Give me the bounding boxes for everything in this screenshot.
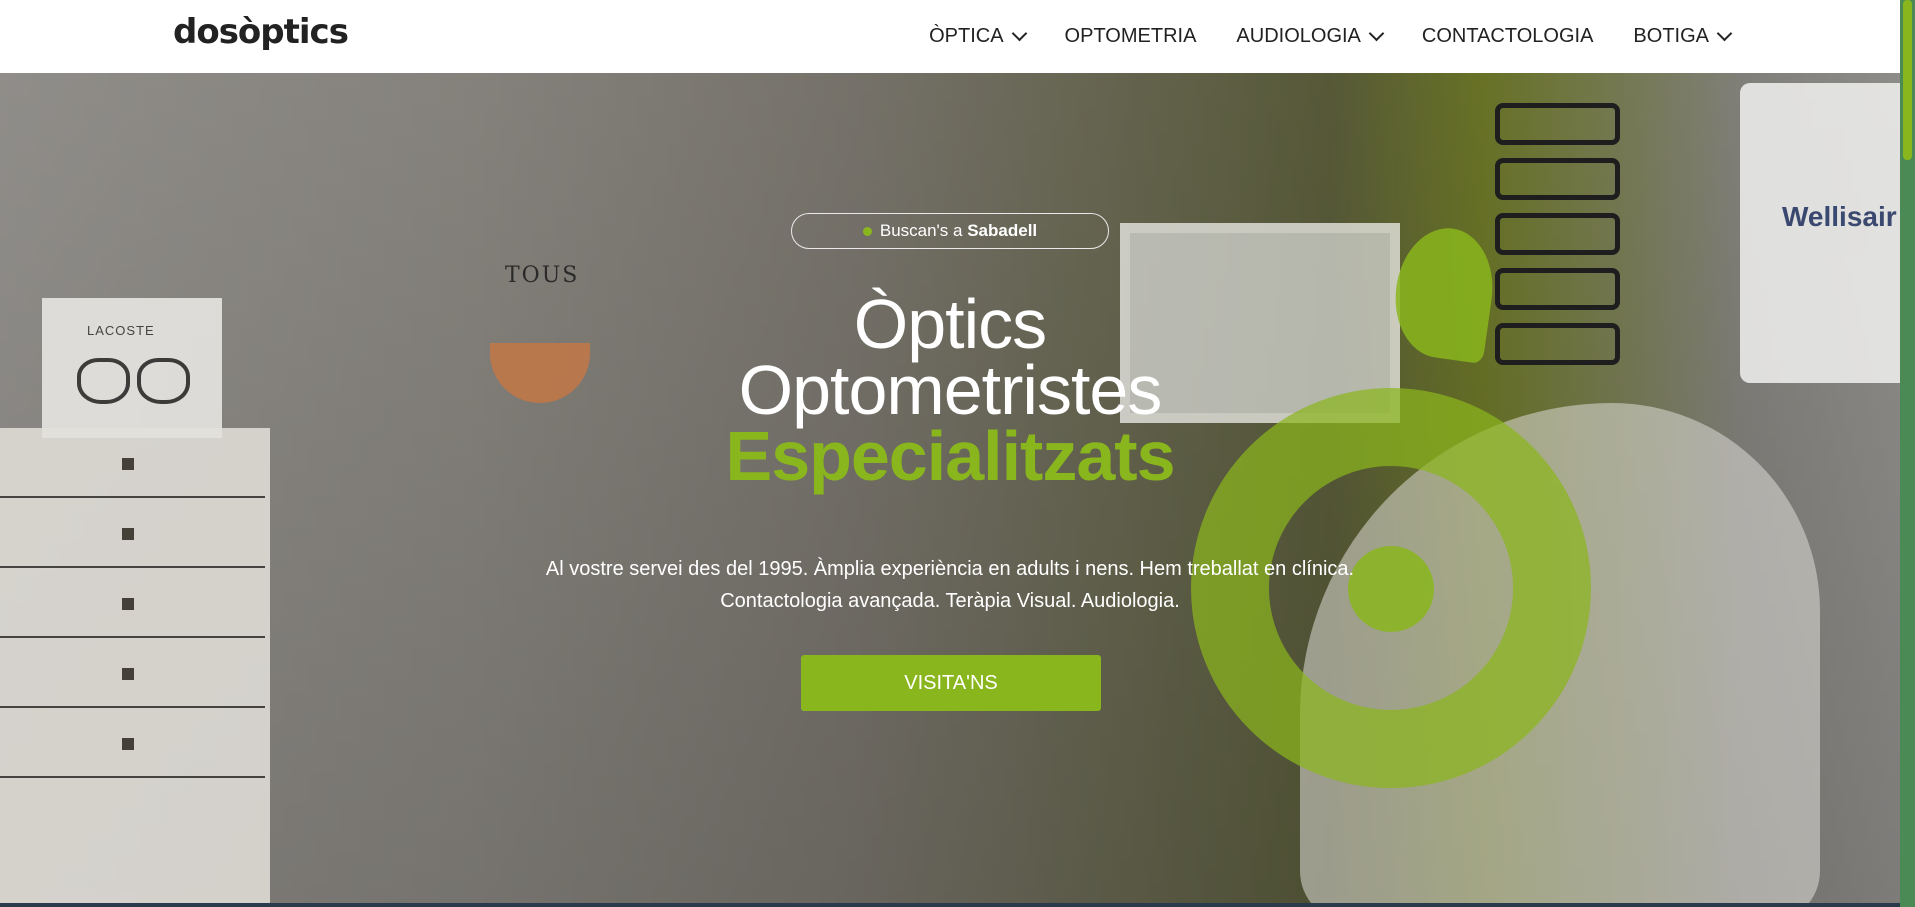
- hero-description-line2: Contactologia avançada. Teràpia Visual. …: [720, 590, 1180, 612]
- wellisair-sign: Wellisair: [1782, 201, 1897, 232]
- hero-description-line1: Al vostre servei des del 1995. Àmplia ex…: [545, 558, 1355, 580]
- hero-title: Òptics Optometristes Especialitzats: [0, 285, 1900, 495]
- chevron-down-icon: [1716, 25, 1733, 42]
- chevron-down-icon: [1011, 25, 1027, 42]
- bottom-border: [0, 903, 1900, 907]
- nav-item-optica[interactable]: ÒPTICA: [929, 25, 1027, 48]
- background-cabinet: [0, 428, 270, 907]
- nav-item-label: ÒPTICA: [929, 25, 1004, 47]
- location-prefix: Buscan's a: [879, 221, 968, 240]
- hero-title-line2: Optometristes: [738, 351, 1163, 429]
- scrollbar-thumb[interactable]: [1903, 0, 1912, 160]
- hero-section: LACOSTE TOUS Wellisair Buscan's a Sabade…: [0, 73, 1900, 907]
- brand-logo[interactable]: dosòptics: [173, 12, 349, 52]
- page-scrollbar[interactable]: [1900, 0, 1915, 907]
- hero-title-line3: Especialitzats: [725, 417, 1176, 495]
- visit-us-button[interactable]: VISITA'NS: [801, 655, 1101, 711]
- nav-item-label: BOTIGA: [1633, 25, 1709, 47]
- hero-description: Al vostre servei des del 1995. Àmplia ex…: [0, 553, 1900, 617]
- chevron-down-icon: [1368, 25, 1385, 42]
- nav-item-optometria[interactable]: OPTOMETRIA: [1065, 25, 1197, 48]
- location-city: Sabadell: [967, 221, 1038, 240]
- nav-item-audiologia[interactable]: AUDIOLOGIA: [1236, 25, 1385, 48]
- nav-item-label: CONTACTOLOGIA: [1421, 25, 1594, 47]
- logo-text: dosòptics: [173, 12, 349, 52]
- site-header: dosòptics ÒPTICA OPTOMETRIA AUDIOLOGIA C…: [0, 0, 1900, 73]
- nav-item-contactologia[interactable]: CONTACTOLOGIA: [1422, 25, 1594, 48]
- hero-title-line1: Òptics: [853, 285, 1047, 363]
- nav-item-botiga[interactable]: BOTIGA: [1633, 25, 1733, 48]
- nav-item-label: OPTOMETRIA: [1064, 25, 1197, 47]
- status-dot-icon: [862, 226, 872, 236]
- nav-item-label: AUDIOLOGIA: [1236, 25, 1361, 47]
- location-pill: Buscan's a Sabadell: [791, 213, 1109, 249]
- tous-sign: TOUS: [505, 263, 580, 288]
- main-nav: ÒPTICA OPTOMETRIA AUDIOLOGIA CONTACTOLOG…: [929, 0, 1733, 73]
